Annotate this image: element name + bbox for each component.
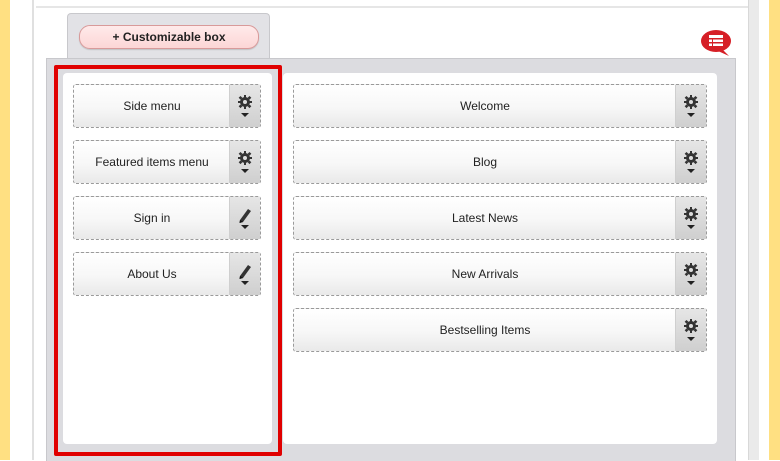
gear-icon[interactable] (675, 141, 706, 183)
block-label: About Us (127, 267, 177, 281)
right-margin (748, 0, 759, 460)
gear-icon[interactable] (675, 197, 706, 239)
block-latest-news[interactable]: Latest News (293, 196, 707, 240)
block-sign-in[interactable]: Sign in (73, 196, 261, 240)
add-customizable-box-button[interactable]: + Customizable box (79, 25, 259, 49)
block-welcome[interactable]: Welcome (293, 84, 707, 128)
gear-icon[interactable] (229, 85, 260, 127)
block-bestselling-items[interactable]: Bestselling Items (293, 308, 707, 352)
block-label: Welcome (460, 99, 510, 113)
block-label: New Arrivals (451, 267, 519, 281)
gear-icon[interactable] (675, 309, 706, 351)
block-featured-items-menu[interactable]: Featured items menu (73, 140, 261, 184)
pencil-icon[interactable] (229, 197, 260, 239)
right-border-stripe (769, 0, 780, 460)
left-margin (10, 0, 34, 460)
block-label: Side menu (123, 99, 181, 113)
block-label: Featured items menu (95, 155, 209, 169)
gear-icon[interactable] (675, 85, 706, 127)
left-border-stripe (0, 0, 10, 460)
block-side-menu[interactable]: Side menu (73, 84, 261, 128)
top-rule (36, 0, 748, 8)
block-label: Blog (472, 155, 498, 169)
block-label: Bestselling Items (439, 323, 531, 337)
layout-list-icon[interactable] (698, 28, 734, 58)
block-new-arrivals[interactable]: New Arrivals (293, 252, 707, 296)
gear-icon[interactable] (229, 141, 260, 183)
block-label: Sign in (133, 211, 171, 225)
right-margin-inner (759, 0, 769, 460)
gear-icon[interactable] (675, 253, 706, 295)
block-about-us[interactable]: About Us (73, 252, 261, 296)
block-label: Latest News (451, 211, 519, 225)
block-blog[interactable]: Blog (293, 140, 707, 184)
pencil-icon[interactable] (229, 253, 260, 295)
